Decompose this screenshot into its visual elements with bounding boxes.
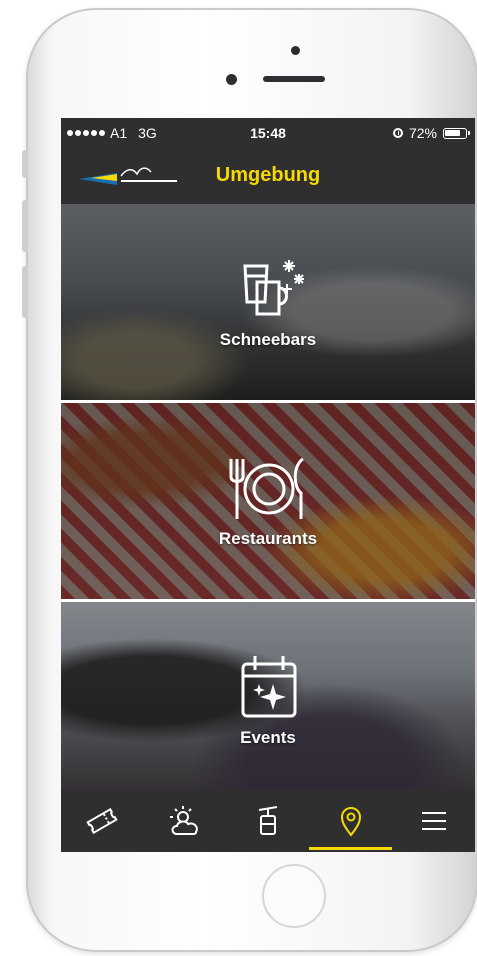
weather-sun-cloud-icon xyxy=(170,806,199,835)
location-pin-icon xyxy=(340,806,361,837)
tab-menu[interactable] xyxy=(392,790,475,852)
volume-up-button xyxy=(22,200,28,252)
tab-lifts[interactable] xyxy=(227,790,310,852)
volume-down-button xyxy=(22,266,28,318)
tab-bar xyxy=(61,790,475,852)
page-title: Umgebung xyxy=(215,164,321,186)
ticket-icon xyxy=(86,807,119,835)
navigation-bar: Umgebung xyxy=(61,148,475,202)
earpiece-speaker xyxy=(263,76,325,82)
calendar-sparkle-icon xyxy=(241,656,297,718)
status-right: 72% xyxy=(392,125,470,141)
tile-label-schneebars: Schneebars xyxy=(219,330,317,349)
tile-restaurants[interactable]: Restaurants xyxy=(61,403,475,602)
snowbar-drinks-icon xyxy=(243,260,304,316)
tab-surroundings[interactable] xyxy=(309,790,392,852)
tab-weather[interactable] xyxy=(144,790,227,852)
tile-label-restaurants: Restaurants xyxy=(218,529,318,548)
app-screen: A1 3G 15:48 72% Umgebung Schneebars Rest… xyxy=(61,118,475,852)
status-bar: A1 3G 15:48 72% xyxy=(61,118,475,148)
home-button[interactable] xyxy=(262,864,326,928)
tile-events[interactable]: Events xyxy=(61,602,475,801)
cable-car-icon xyxy=(258,806,278,835)
fork-plate-knife-icon xyxy=(229,457,304,519)
rear-camera-dot xyxy=(291,46,300,55)
tile-label-events: Events xyxy=(240,728,296,747)
tab-tickets[interactable] xyxy=(61,790,144,852)
tile-schneebars[interactable]: Schneebars xyxy=(61,204,475,403)
battery-percent: 72% xyxy=(408,125,437,141)
front-camera xyxy=(226,74,237,85)
alarm-icon xyxy=(392,128,403,138)
category-list: Schneebars Restaurants Events xyxy=(61,204,475,801)
battery-icon xyxy=(443,127,470,139)
mute-switch xyxy=(22,150,28,178)
menu-icon xyxy=(421,812,446,830)
